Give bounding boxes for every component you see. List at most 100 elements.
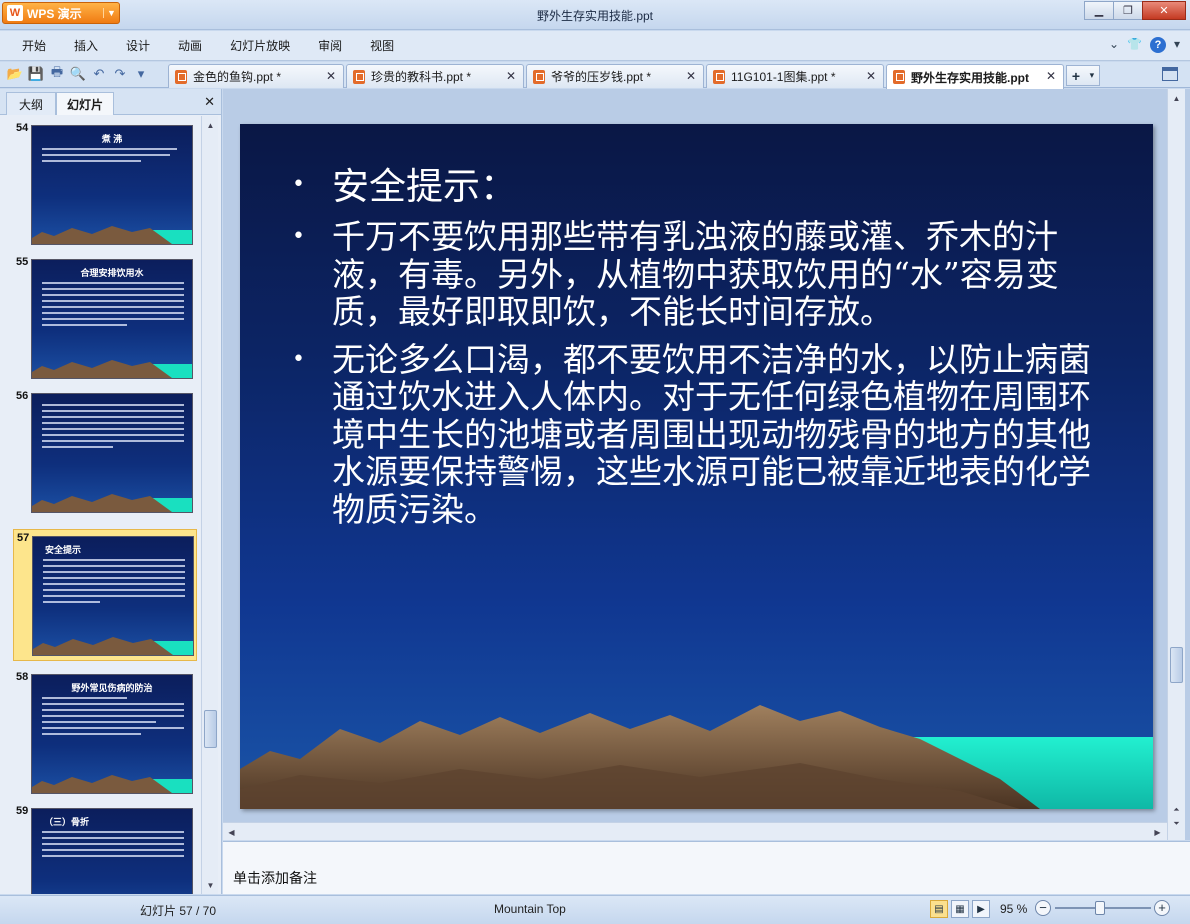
thumbnail-preview: 合理安排饮用水 bbox=[31, 259, 193, 379]
doc-tab-label: 爷爷的压岁钱.ppt * bbox=[551, 70, 652, 84]
thumbnail-title: （三）骨折 bbox=[44, 817, 90, 827]
close-icon[interactable]: ✕ bbox=[866, 69, 876, 83]
slide-number: 58 bbox=[16, 671, 29, 683]
scrollbar-thumb[interactable] bbox=[204, 710, 217, 748]
thumbnail-text-lines bbox=[42, 282, 184, 330]
slide-horizontal-scrollbar[interactable]: ◀ ▶ bbox=[223, 822, 1167, 840]
title-bar: W WPS 演示 ▼ 野外生存实用技能.ppt ▁ ❐ ✕ bbox=[0, 0, 1190, 30]
tab-slides[interactable]: 幻灯片 bbox=[56, 92, 114, 115]
status-bar: 幻灯片 57 / 70 Mountain Top ▤ ▦ ▶ 95 % − + bbox=[0, 895, 1190, 924]
help-icon[interactable]: ? bbox=[1149, 37, 1166, 53]
close-icon[interactable]: ✕ bbox=[506, 69, 516, 83]
menu-view[interactable]: 视图 bbox=[370, 37, 394, 54]
ppt-file-icon bbox=[893, 70, 905, 84]
dropdown-icon[interactable]: ▾ bbox=[132, 65, 150, 83]
slide-number: 59 bbox=[16, 805, 29, 817]
close-icon[interactable]: ✕ bbox=[204, 94, 215, 110]
chevron-down-icon: ▾ bbox=[1089, 70, 1095, 80]
zoom-out-button[interactable]: − bbox=[1035, 900, 1051, 916]
doc-tab-4[interactable]: 11G101-1图集.ppt * ✕ bbox=[706, 64, 884, 88]
thumbnail-title: 合理安排饮用水 bbox=[80, 268, 144, 278]
slide-number: 57 bbox=[17, 532, 30, 544]
zoom-slider-handle[interactable] bbox=[1095, 901, 1105, 915]
close-icon[interactable]: ✕ bbox=[1142, 1, 1186, 20]
menu-slideshow[interactable]: 幻灯片放映 bbox=[230, 37, 290, 54]
bullet-text: 千万不要饮用那些带有乳浊液的藤或灌、乔木的汁液，有毒。另外，从植物中获取饮用的“… bbox=[332, 217, 1059, 331]
slide-text-box[interactable]: • 安全提示： • 千万不要饮用那些带有乳浊液的藤或灌、乔木的汁液，有毒。另外，… bbox=[292, 166, 1112, 538]
save-icon[interactable]: 💾 bbox=[27, 65, 45, 83]
scroll-right-icon[interactable]: ▶ bbox=[1151, 825, 1164, 839]
scroll-down-icon[interactable]: ▼ bbox=[204, 878, 217, 892]
window-controls: ▁ ❐ ✕ bbox=[1084, 1, 1186, 20]
undo-icon[interactable]: ↶ bbox=[90, 65, 108, 83]
scroll-up-icon[interactable]: ▲ bbox=[204, 118, 217, 132]
mountain-graphic bbox=[32, 360, 192, 378]
doc-tab-1[interactable]: 金色的鱼钩.ppt * ✕ bbox=[168, 64, 344, 88]
doc-tab-3[interactable]: 爷爷的压岁钱.ppt * ✕ bbox=[526, 64, 704, 88]
slide-editor: • 安全提示： • 千万不要饮用那些带有乳浊液的藤或灌、乔木的汁液，有毒。另外，… bbox=[223, 89, 1190, 840]
next-slide-icon[interactable]: ⏷ bbox=[1170, 817, 1183, 831]
doc-tab-active[interactable]: 野外生存实用技能.ppt ✕ bbox=[886, 64, 1064, 89]
previous-slide-icon[interactable]: ⏶ bbox=[1170, 803, 1183, 817]
minimize-icon[interactable]: ▁ bbox=[1084, 1, 1114, 20]
bullet-text: 安全提示： bbox=[332, 165, 517, 208]
tab-outline[interactable]: 大纲 bbox=[6, 92, 56, 115]
doc-tab-label: 金色的鱼钩.ppt * bbox=[193, 70, 282, 84]
doc-tab-2[interactable]: 珍贵的教科书.ppt * ✕ bbox=[346, 64, 524, 88]
menu-design[interactable]: 设计 bbox=[126, 37, 150, 54]
view-switcher: ▤ ▦ ▶ bbox=[930, 900, 990, 918]
tab-list-icon[interactable] bbox=[1162, 67, 1178, 81]
thumbnail-scrollbar[interactable]: ▲ ▼ bbox=[201, 116, 218, 894]
zoom-in-button[interactable]: + bbox=[1154, 900, 1170, 916]
slide-sorter-icon[interactable]: ▦ bbox=[951, 900, 969, 918]
menu-review[interactable]: 审阅 bbox=[318, 37, 342, 54]
maximize-icon[interactable]: ❐ bbox=[1113, 1, 1143, 20]
bullet-dot: • bbox=[292, 346, 305, 372]
thumbnail-title: 煮 沸 bbox=[101, 134, 123, 144]
print-icon[interactable]: 🖶 bbox=[48, 64, 66, 83]
mountain-graphic bbox=[32, 775, 192, 793]
slideshow-icon[interactable]: ▶ bbox=[972, 900, 990, 918]
new-tab-button[interactable]: + ▾ bbox=[1066, 65, 1100, 86]
help-dropdown-icon[interactable]: ▾ bbox=[1174, 37, 1180, 53]
pane-tabs: 大纲 幻灯片 ✕ bbox=[0, 89, 221, 115]
slide-thumbnail-57[interactable]: 57 安全提示 bbox=[13, 529, 197, 661]
close-icon[interactable]: ✕ bbox=[326, 69, 336, 83]
close-icon[interactable]: ✕ bbox=[1046, 69, 1056, 83]
open-icon[interactable]: 📂 bbox=[6, 65, 24, 83]
slide-thumbnail-58[interactable]: 58 野外常见伤病的防治 bbox=[13, 669, 197, 797]
scrollbar-thumb[interactable] bbox=[1170, 647, 1183, 683]
thumbnail-preview: 煮 沸 bbox=[31, 125, 193, 245]
normal-view-icon[interactable]: ▤ bbox=[930, 900, 948, 918]
menu-home[interactable]: 开始 bbox=[22, 37, 46, 54]
scroll-up-icon[interactable]: ▲ bbox=[1170, 91, 1183, 105]
mountain-graphic bbox=[33, 637, 193, 655]
notes-pane[interactable]: 单击添加备注 bbox=[223, 841, 1190, 894]
collapse-ribbon-icon[interactable]: ⌄ bbox=[1109, 37, 1119, 53]
current-slide[interactable]: • 安全提示： • 千万不要饮用那些带有乳浊液的藤或灌、乔木的汁液，有毒。另外，… bbox=[240, 124, 1153, 809]
thumbnail-title: 野外常见伤病的防治 bbox=[71, 683, 153, 693]
slide-vertical-scrollbar[interactable]: ▲ ⏶ ⏷ bbox=[1167, 89, 1185, 840]
thumbnail-text-lines bbox=[42, 697, 184, 739]
slide-number: 55 bbox=[16, 256, 29, 268]
menu-insert[interactable]: 插入 bbox=[74, 37, 98, 54]
thumbnail-preview bbox=[31, 393, 193, 513]
slide-bullet: • 安全提示： bbox=[292, 166, 1112, 208]
document-tab-row: 📂 💾 🖶 🔍 ↶ ↷ ▾ 金色的鱼钩.ppt * ✕ 珍贵的教科书.ppt *… bbox=[0, 62, 1190, 89]
slide-thumbnail-59[interactable]: 59 （三）骨折 bbox=[13, 803, 197, 894]
doc-tab-label: 珍贵的教科书.ppt * bbox=[371, 70, 472, 84]
bullet-text: 无论多么口渴，都不要饮用不洁净的水，以防止病菌通过饮水进入人体内。对于无任何绿色… bbox=[332, 339, 1091, 529]
zoom-level: 95 % bbox=[1000, 902, 1028, 916]
scroll-left-icon[interactable]: ◀ bbox=[225, 825, 238, 839]
close-icon[interactable]: ✕ bbox=[686, 69, 696, 83]
slide-thumbnail-56[interactable]: 56 bbox=[13, 388, 197, 516]
notes-placeholder[interactable]: 单击添加备注 bbox=[233, 868, 317, 888]
slide-thumbnail-55[interactable]: 55 合理安排饮用水 bbox=[13, 254, 197, 382]
thumbnail-preview: 野外常见伤病的防治 bbox=[31, 674, 193, 794]
slide-thumbnail-54[interactable]: 54 煮 沸 bbox=[13, 120, 197, 248]
skin-shirt-icon[interactable]: 👕 bbox=[1127, 37, 1142, 53]
redo-icon[interactable]: ↷ bbox=[111, 65, 129, 83]
slides-pane: 大纲 幻灯片 ✕ 54 煮 沸 55 合理安排饮用水 56 57 安全提示 58… bbox=[0, 89, 222, 894]
print-preview-icon[interactable]: 🔍 bbox=[69, 65, 87, 83]
menu-animation[interactable]: 动画 bbox=[178, 37, 202, 54]
